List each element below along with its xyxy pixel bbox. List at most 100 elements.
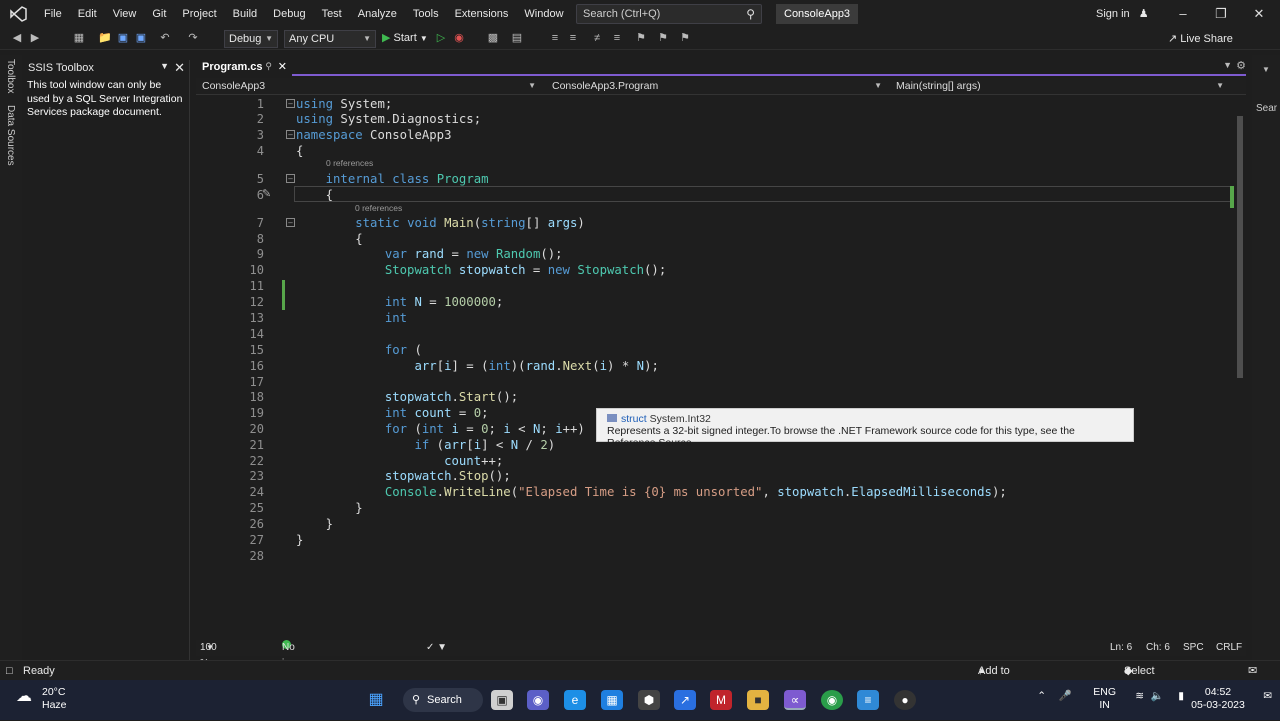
menu-item-extensions[interactable]: Extensions bbox=[447, 0, 517, 28]
code-text[interactable]: } bbox=[296, 516, 333, 532]
menu-item-git[interactable]: Git bbox=[144, 0, 174, 28]
member-dropdown[interactable]: Main(string[] args) ▼ bbox=[890, 78, 1228, 94]
notifications-icon[interactable]: ✉ bbox=[1248, 661, 1257, 681]
uncomment-icon[interactable]: ≡ bbox=[610, 31, 624, 45]
code-text[interactable]: } bbox=[296, 532, 303, 548]
edge-icon[interactable]: e bbox=[564, 690, 586, 710]
code-editor[interactable]: 1 using System; 2 using System.Diagnostics;… bbox=[196, 96, 1242, 638]
vertical-scrollbar[interactable] bbox=[1234, 96, 1246, 638]
close-button[interactable]: ✕ bbox=[1240, 0, 1278, 28]
azure-data-studio-icon[interactable]: ↗ bbox=[674, 690, 696, 710]
code-text[interactable]: for (int i = 0; i < N; i++) bbox=[296, 421, 585, 437]
live-share-button[interactable]: ↗ Live Share bbox=[1168, 32, 1233, 45]
tab-program-cs[interactable]: Program.cs ⚲ ✕ bbox=[196, 60, 292, 76]
project-dropdown[interactable]: ConsoleApp3 ▼ bbox=[196, 78, 540, 94]
chevron-down-icon[interactable]: ▼ bbox=[1262, 65, 1270, 74]
sign-in-link[interactable]: Sign in ♟ bbox=[1096, 7, 1149, 20]
fold-class-icon[interactable]: – bbox=[286, 174, 295, 183]
code-text[interactable]: { bbox=[296, 187, 333, 203]
code-text[interactable]: if (arr[i] < N / 2) bbox=[296, 437, 555, 453]
code-text[interactable]: } bbox=[296, 500, 362, 516]
taskbar-search[interactable]: ⚲ Search bbox=[403, 688, 483, 712]
minimize-button[interactable]: – bbox=[1164, 0, 1202, 28]
menu-item-project[interactable]: Project bbox=[174, 0, 224, 28]
teams-icon[interactable]: ◉ bbox=[527, 690, 549, 710]
volume-icon[interactable]: 🔈 bbox=[1151, 690, 1164, 703]
toolbar-icon-2[interactable]: ▤ bbox=[510, 31, 524, 45]
toolbox-tab[interactable]: Toolbox bbox=[5, 59, 16, 93]
column-number[interactable]: Ch: 6 bbox=[1146, 640, 1170, 656]
code-text[interactable]: Console.WriteLine("Elapsed Time is {0} m… bbox=[296, 484, 1007, 500]
menu-item-test[interactable]: Test bbox=[314, 0, 350, 28]
visual-studio-taskbar-icon[interactable]: ∝ bbox=[784, 690, 806, 710]
menu-item-debug[interactable]: Debug bbox=[265, 0, 313, 28]
code-text[interactable]: int count = 0; bbox=[296, 405, 489, 421]
toolbar-icon-3[interactable]: ≡ bbox=[548, 31, 562, 45]
menu-item-analyze[interactable]: Analyze bbox=[350, 0, 405, 28]
file-explorer-icon[interactable]: ■ bbox=[747, 690, 769, 710]
app-icon[interactable]: ⬢ bbox=[638, 690, 660, 710]
chevron-up-icon[interactable]: ⌃ bbox=[1037, 690, 1046, 703]
line-endings[interactable]: CRLF bbox=[1216, 640, 1242, 656]
code-text[interactable]: Stopwatch stopwatch = new Stopwatch(); bbox=[296, 262, 666, 278]
dropdown-icon[interactable]: ▼ bbox=[160, 61, 169, 71]
code-text[interactable]: { bbox=[296, 231, 362, 247]
code-text[interactable]: stopwatch.Stop(); bbox=[296, 468, 511, 484]
class-references-lens[interactable]: 0 references bbox=[326, 158, 373, 168]
search-solution-explorer-tab[interactable]: Sear bbox=[1256, 103, 1277, 114]
clock[interactable]: 04:52 05-03-2023 bbox=[1188, 686, 1248, 712]
menu-item-tools[interactable]: Tools bbox=[405, 0, 447, 28]
save-icon[interactable]: ▣ bbox=[116, 31, 130, 45]
notepad-icon[interactable]: ≡ bbox=[857, 690, 879, 710]
toolbar-icon-4[interactable]: ≡ bbox=[566, 31, 580, 45]
settings-gear-icon[interactable]: ⚙ bbox=[1236, 59, 1246, 72]
pin-icon[interactable]: ⚲ bbox=[265, 61, 272, 72]
notification-center-icon[interactable]: ✉ bbox=[1263, 690, 1272, 703]
close-icon[interactable]: ✕ bbox=[174, 60, 185, 76]
battery-icon[interactable]: ▮ bbox=[1178, 690, 1184, 703]
microphone-icon[interactable]: 🎤 bbox=[1059, 690, 1072, 703]
feedback-icon[interactable]: ♟ bbox=[1139, 8, 1149, 20]
whitespace-mode[interactable]: SPC bbox=[1183, 640, 1204, 656]
menu-item-build[interactable]: Build bbox=[225, 0, 265, 28]
code-text[interactable]: stopwatch.Start(); bbox=[296, 389, 518, 405]
fold-namespace-icon[interactable]: – bbox=[286, 130, 295, 139]
code-text[interactable]: for ( bbox=[296, 342, 422, 358]
code-text[interactable]: using System; bbox=[296, 96, 392, 112]
code-text[interactable]: using System.Diagnostics; bbox=[296, 111, 481, 127]
chrome-icon[interactable]: ◉ bbox=[821, 690, 843, 710]
code-text[interactable]: { bbox=[296, 143, 303, 159]
bookmark-next-icon[interactable]: ⚑ bbox=[678, 31, 692, 45]
method-references-lens[interactable]: 0 references bbox=[355, 203, 402, 213]
code-text[interactable]: namespace ConsoleApp3 bbox=[296, 127, 451, 143]
code-text[interactable]: arr[i] = (int)(rand.Next(i) * N); bbox=[296, 358, 658, 374]
language-indicator[interactable]: ENG IN bbox=[1093, 686, 1116, 712]
windows-start-icon[interactable]: ▦ bbox=[365, 690, 387, 710]
fold-method-icon[interactable]: – bbox=[286, 218, 295, 227]
menu-item-view[interactable]: View bbox=[105, 0, 145, 28]
comment-icon[interactable]: ≠ bbox=[590, 31, 604, 45]
bookmark-icon[interactable]: ⚑ bbox=[634, 31, 648, 45]
fold-using-icon[interactable]: – bbox=[286, 99, 295, 108]
back-icon[interactable]: ◀ bbox=[10, 31, 24, 45]
bookmark-prev-icon[interactable]: ⚑ bbox=[656, 31, 670, 45]
code-text[interactable]: var rand = new Random(); bbox=[296, 246, 563, 262]
platform-dropdown[interactable]: Any CPU ▼ bbox=[284, 30, 376, 48]
close-icon[interactable]: ✕ bbox=[278, 60, 287, 73]
class-dropdown[interactable]: ConsoleApp3.Program ▼ bbox=[546, 78, 886, 94]
start-without-debugging-icon[interactable]: ▷ bbox=[434, 31, 448, 45]
menu-item-edit[interactable]: Edit bbox=[70, 0, 105, 28]
forward-icon[interactable]: ▶ bbox=[28, 31, 42, 45]
code-text[interactable]: static void Main(string[] args) bbox=[296, 215, 585, 231]
mcafee-icon[interactable]: M bbox=[710, 690, 732, 710]
quick-actions-brush-icon[interactable]: ✎ bbox=[262, 187, 271, 200]
restore-button[interactable]: ❐ bbox=[1202, 0, 1240, 28]
hot-reload-icon[interactable]: ◉ bbox=[452, 31, 466, 45]
redo-icon[interactable]: ↷ bbox=[186, 31, 200, 45]
visual-studio-logo-icon[interactable] bbox=[0, 0, 36, 28]
code-text[interactable]: internal class Program bbox=[296, 171, 489, 187]
weather-widget[interactable]: ☁ 20°C Haze bbox=[16, 686, 67, 712]
open-icon[interactable]: 📁 bbox=[98, 31, 112, 45]
save-all-icon[interactable]: ▣ bbox=[134, 31, 148, 45]
scrollbar-thumb[interactable] bbox=[1237, 116, 1243, 378]
